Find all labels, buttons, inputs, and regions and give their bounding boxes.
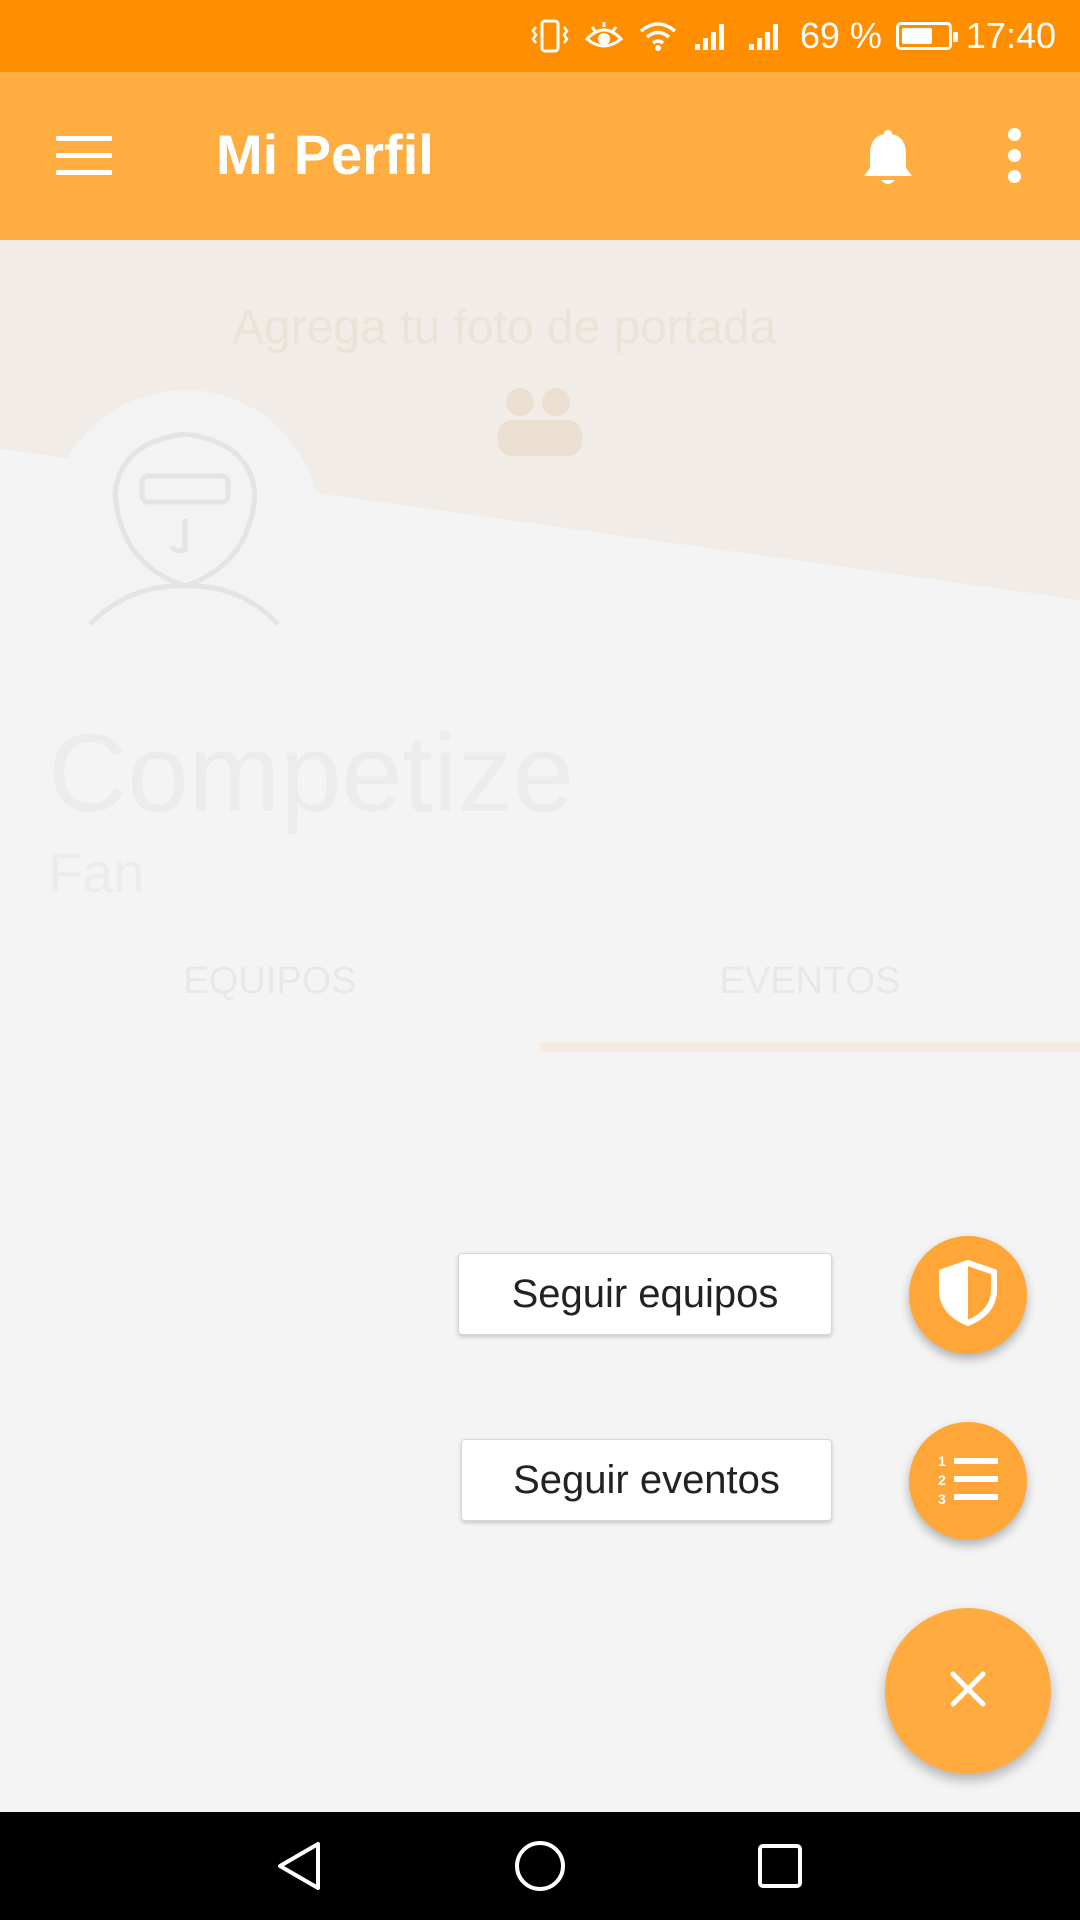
vibrate-icon [530, 18, 570, 54]
svg-text:2: 2 [938, 1472, 946, 1488]
battery-percentage: 69 % [799, 15, 882, 56]
profile-role: Fan [48, 841, 145, 904]
back-icon[interactable] [268, 1834, 332, 1898]
battery-icon [895, 22, 958, 50]
clock: 17:40 [965, 15, 1056, 56]
signal-icon [746, 20, 786, 52]
svg-text:1: 1 [938, 1453, 946, 1469]
profile-name: Competize [48, 712, 574, 835]
close-icon [949, 1670, 987, 1713]
app-bar: Mi Perfil [0, 72, 1080, 240]
more-vert-icon[interactable] [1004, 128, 1024, 188]
recents-icon[interactable] [748, 1834, 812, 1898]
follow-events-label[interactable]: Seguir eventos [461, 1439, 832, 1521]
page-title: Mi Perfil [216, 123, 434, 186]
close-speed-dial-button[interactable] [885, 1608, 1051, 1774]
signal-icon [692, 20, 732, 52]
follow-teams-button[interactable] [909, 1236, 1027, 1354]
numbered-list-icon: 1 2 3 [936, 1452, 1000, 1511]
hamburger-menu-icon[interactable] [56, 136, 112, 176]
shield-icon [938, 1259, 998, 1331]
tab-equipos[interactable]: EQUIPOS [0, 960, 540, 1003]
follow-events-button[interactable]: 1 2 3 [909, 1422, 1027, 1540]
home-icon[interactable] [508, 1834, 572, 1898]
default-avatar-icon [80, 424, 290, 649]
cover-photo-prompt: Agrega tu foto de portada [232, 301, 777, 354]
tab-eventos[interactable]: EVENTOS [540, 960, 1080, 1003]
system-nav-bar [0, 1812, 1080, 1920]
status-bar: 69 % 17:40 [0, 0, 1080, 72]
tab-indicator [540, 1042, 1080, 1052]
follow-teams-label[interactable]: Seguir equipos [458, 1253, 832, 1335]
profile-content: Agrega tu foto de portada Competize Fan … [0, 240, 1080, 1812]
wifi-icon [638, 20, 678, 52]
svg-text:3: 3 [938, 1491, 946, 1506]
eye-icon [584, 19, 624, 53]
add-photo-icon [490, 380, 590, 465]
bell-icon[interactable] [858, 126, 918, 195]
